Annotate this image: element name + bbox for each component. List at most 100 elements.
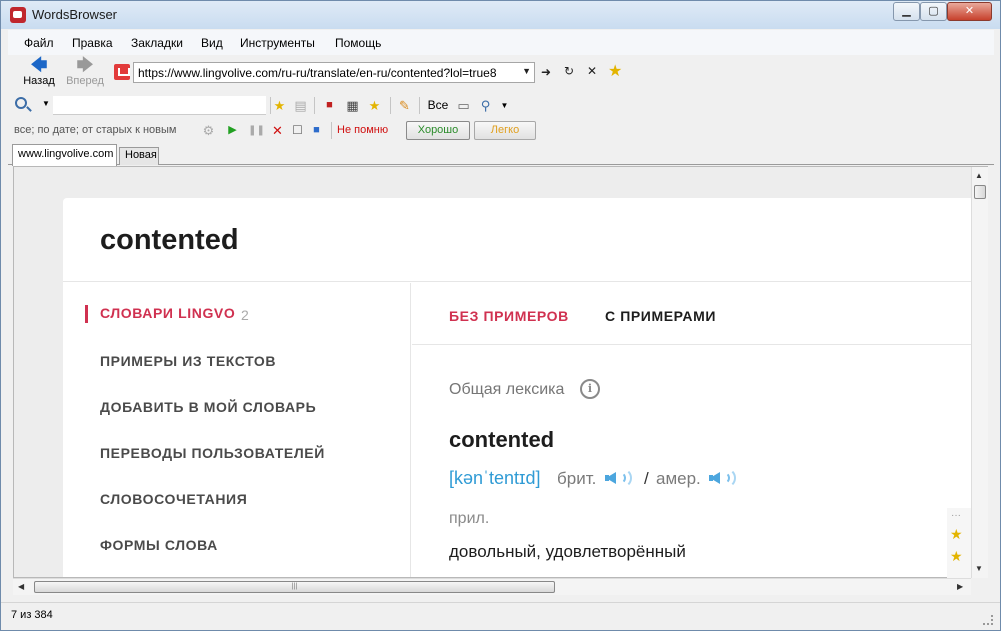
more-dots-icon[interactable]: ··· [951, 510, 961, 521]
zoom-dropdown-icon[interactable]: ▼ [496, 97, 513, 114]
vertical-scroll-thumb[interactable] [974, 185, 986, 199]
page-title: contented [100, 224, 239, 256]
tab-lingvolive[interactable]: www.lingvolive.com [12, 144, 117, 166]
sidebar-item-user-translations[interactable]: Переводы пользователей [100, 445, 325, 461]
web-view: contented Словари Lingvo 2 Примеры из те… [13, 166, 988, 578]
tab-with-examples[interactable]: С ПРИМЕРАМИ [605, 308, 716, 324]
search-box: ▼ [13, 96, 268, 115]
columns-icon[interactable]: ▭ [455, 97, 472, 114]
not-remember-button[interactable]: Не помню [337, 124, 388, 136]
sidebar-item-phrases[interactable]: Словосочетания [100, 491, 247, 507]
go-arrow-icon[interactable]: ➜ [541, 65, 551, 79]
address-bar[interactable]: https://www.lingvolive.com/ru-ru/transla… [133, 62, 535, 83]
resize-grip-icon[interactable] [983, 615, 993, 625]
menu-bar: Файл Правка Закладки Вид Инструменты Пом… [8, 30, 994, 55]
translation-card: contented Словари Lingvo 2 Примеры из те… [63, 198, 975, 577]
all-filter-button[interactable]: Все [424, 97, 452, 114]
stop-square-icon[interactable]: ■ [308, 122, 325, 139]
checkbox-icon[interactable]: ☐ [289, 122, 306, 139]
status-bar: 7 из 384 [1, 602, 1000, 630]
scroll-up-icon[interactable]: ▲ [975, 171, 983, 180]
minimize-button[interactable]: ▁ [893, 2, 920, 21]
sidebar: Словари Lingvo 2 Примеры из текстов Доба… [63, 283, 411, 577]
maximize-button[interactable]: ▢ [920, 2, 947, 21]
scroll-left-icon[interactable]: ◀ [18, 582, 24, 591]
separator [390, 97, 391, 114]
play-icon[interactable]: ▶ [224, 122, 241, 139]
menu-help[interactable]: Помощь [335, 36, 381, 50]
close-window-button[interactable]: ✕ [947, 2, 992, 21]
entry-panel: БЕЗ ПРИМЕРОВ С ПРИМЕРАМИ Общая лексика i… [412, 283, 975, 577]
pause-icon[interactable]: ❚❚ [248, 122, 265, 139]
menu-bookmarks[interactable]: Закладки [131, 36, 183, 50]
title-bar: WordsBrowser ▁ ▢ ✕ [1, 1, 1000, 29]
back-button[interactable]: 🡄 Назад [17, 57, 61, 91]
tab-strip: www.lingvolive.com Новая [8, 143, 994, 166]
search-dropdown-icon[interactable]: ▼ [42, 99, 50, 108]
amer-label: амер. [656, 469, 701, 488]
refresh-icon[interactable]: ↻ [564, 64, 574, 78]
navigation-bar: 🡄 Назад 🡆 Вперед https://www.lingvolive.… [8, 55, 994, 93]
horizontal-scroll-thumb[interactable]: ||| [34, 581, 555, 593]
arrow-left-icon: 🡄 [30, 57, 48, 74]
review-toolbar: все; по дате; от старых к новым ⚙ ▶ ❚❚ ✕… [8, 118, 994, 143]
search-icon[interactable] [15, 97, 27, 109]
pencil-icon[interactable]: ✎ [396, 97, 413, 114]
sidebar-item-word-forms[interactable]: Формы слова [100, 537, 218, 553]
delete-icon[interactable]: ✕ [269, 122, 286, 139]
scroll-down-icon[interactable]: ▼ [975, 564, 983, 573]
horizontal-scrollbar[interactable]: ◀ ||| ▶ [13, 578, 971, 595]
forward-label: Вперед [66, 75, 104, 87]
menu-tools[interactable]: Инструменты [240, 36, 315, 50]
vertical-scrollbar[interactable]: ▲ ▼ [971, 167, 988, 578]
star-list-icon[interactable]: ★ [366, 97, 383, 114]
speaker-amer-icon[interactable] [709, 465, 739, 491]
mode-switch: БЕЗ ПРИМЕРОВ С ПРИМЕРАМИ [412, 283, 975, 345]
translation-text: довольный, удовлетворённый [449, 542, 686, 561]
quick-actions-panel: ··· ★ ★ [947, 508, 971, 578]
menu-file[interactable]: Файл [24, 36, 54, 50]
add-bookmark-star-icon[interactable]: ★ [608, 61, 622, 81]
zoom-icon[interactable]: ⚲ [477, 97, 494, 114]
forward-button[interactable]: 🡆 Вперед [63, 57, 107, 91]
separator [314, 97, 315, 114]
back-label: Назад [23, 75, 55, 87]
active-indicator [85, 305, 88, 323]
settings-gear-icon[interactable]: ⚙ [200, 122, 217, 139]
menu-edit[interactable]: Правка [72, 36, 113, 50]
sort-filter-label[interactable]: все; по дате; от старых к новым [14, 124, 176, 136]
translate-icon[interactable]: ▦ [344, 97, 361, 114]
tab-without-examples[interactable]: БЕЗ ПРИМЕРОВ [449, 308, 569, 324]
sidebar-item-add-to-dictionary[interactable]: Добавить в мой словарь [100, 399, 316, 415]
status-counter: 7 из 384 [11, 609, 53, 621]
favorite-star-icon[interactable]: ★ [271, 97, 288, 114]
info-icon[interactable]: i [580, 379, 600, 399]
easy-button[interactable]: Легко [474, 121, 536, 140]
site-favicon-icon [114, 64, 130, 80]
separator [331, 122, 332, 139]
url-text[interactable]: https://www.lingvolive.com/ru-ru/transla… [138, 66, 518, 80]
sidebar-item-text-examples[interactable]: Примеры из текстов [100, 353, 276, 369]
star-add-icon[interactable]: ★ [950, 548, 963, 565]
entry-headword: contented [449, 427, 555, 452]
brit-label: брит. [557, 469, 597, 488]
window-title: WordsBrowser [32, 7, 118, 22]
part-of-speech: прил. [449, 510, 490, 527]
tab-new[interactable]: Новая [119, 147, 159, 165]
url-dropdown-icon[interactable]: ▼ [522, 66, 531, 76]
arrow-right-icon: 🡆 [76, 57, 94, 74]
words-toolbar: ▼ ★ ▤ ■ ▦ ★ ✎ Все ▭ ⚲ ▼ [8, 93, 994, 118]
dictionary-icon[interactable]: ■ [321, 97, 338, 114]
app-icon [10, 7, 26, 23]
list-icon[interactable]: ▤ [292, 97, 309, 114]
speaker-brit-icon[interactable] [605, 465, 635, 491]
sidebar-item-lingvo-dictionaries[interactable]: Словари Lingvo [100, 305, 235, 321]
separator [419, 97, 420, 114]
menu-view[interactable]: Вид [201, 36, 223, 50]
star-note-icon[interactable]: ★ [950, 526, 963, 543]
dictionary-count-badge: 2 [241, 307, 249, 323]
stop-icon[interactable]: ✕ [587, 64, 597, 78]
scroll-right-icon[interactable]: ▶ [957, 582, 963, 591]
good-button[interactable]: Хорошо [406, 121, 470, 140]
search-input[interactable] [53, 96, 266, 115]
